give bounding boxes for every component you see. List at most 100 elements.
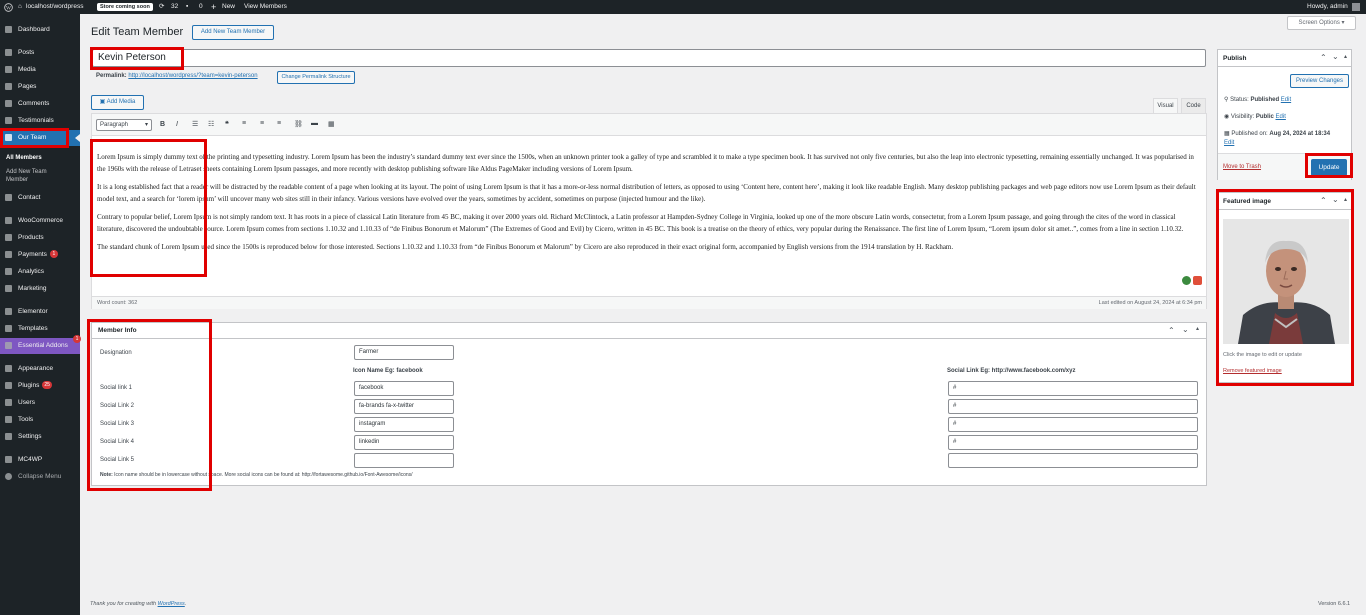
blockquote-icon[interactable]: ❝ [225,120,229,128]
edit-status-link[interactable]: Edit [1281,97,1291,103]
toggle-panel-icon[interactable]: ▴ [1344,196,1347,203]
visibility-row: ◉ Visibility: Public Edit [1224,114,1286,120]
view-members-link[interactable]: View Members [244,0,287,14]
spellcheck-icon[interactable] [1193,276,1202,285]
sidebar-item-payments[interactable]: Payments 1 [0,247,80,263]
link-icon[interactable]: ⛓ [294,120,303,128]
sidebar-item-users[interactable]: Users [0,395,80,411]
plugins-badge: 25 [42,381,52,389]
testimonials-icon [5,117,12,124]
megaphone-icon [5,285,12,292]
updates-icon[interactable]: ⟳ [159,0,164,14]
move-down-icon[interactable]: ⌄ [1332,195,1339,204]
site-name-link[interactable]: localhost/wordpress [26,0,83,14]
comments-icon[interactable]: ▪ [186,0,188,14]
social-icon-input[interactable]: linkedin [354,435,454,450]
sidebar-item-plugins[interactable]: Plugins 25 [0,378,80,394]
post-title-input[interactable]: Kevin Peterson [92,49,1206,67]
edit-visibility-link[interactable]: Edit [1276,114,1286,120]
sidebar-item-posts[interactable]: Posts [0,45,80,61]
toggle-panel-icon[interactable]: ▴ [1344,53,1347,60]
sidebar-item-appearance[interactable]: Appearance [0,361,80,377]
howdy-user[interactable]: Howdy, admin [1307,0,1348,14]
align-left-icon[interactable]: ≡ [242,120,246,127]
move-up-icon[interactable]: ⌃ [1320,53,1327,62]
remove-featured-image-link[interactable]: Remove featured image [1223,368,1282,374]
sidebar-item-pages[interactable]: Pages [0,79,80,95]
social-link-input[interactable]: # [948,435,1198,450]
align-center-icon[interactable]: ≡ [260,120,264,127]
sidebar-item-woocommerce[interactable]: WooCommerce [0,213,80,229]
grammar-check-icon[interactable] [1182,276,1191,285]
comments-count[interactable]: 0 [199,0,203,14]
sidebar-item-mc4wp[interactable]: MC4WP [0,452,80,468]
tab-code[interactable]: Code [1181,98,1206,113]
featured-image-thumbnail[interactable] [1223,219,1349,344]
new-content-link[interactable]: New [222,0,235,14]
wordpress-link[interactable]: WordPress [158,601,185,607]
visibility-value: Public [1255,114,1274,120]
numbered-list-icon[interactable]: ☷ [208,120,214,128]
social-link-input[interactable]: # [948,381,1198,396]
toggle-panel-icon[interactable]: ▴ [1196,325,1199,332]
align-right-icon[interactable]: ≡ [277,120,281,127]
sidebar-item-media[interactable]: Media [0,62,80,78]
sidebar-item-our-team[interactable]: Our Team [0,130,80,146]
sidebar-item-dashboard[interactable]: Dashboard [0,22,80,38]
social-icon-input[interactable]: instagram [354,417,454,432]
format-select[interactable]: Paragraph ▾ [96,119,152,131]
social-link-input[interactable] [948,453,1198,468]
updates-count[interactable]: 32 [171,0,178,14]
social-icon-input[interactable] [354,453,454,468]
add-new-member-button[interactable]: Add New Team Member [192,25,274,40]
designation-input[interactable]: Farmer [354,345,454,360]
screen-options-button[interactable]: Screen Options ▾ [1287,16,1356,30]
move-to-trash-link[interactable]: Move to Trash [1223,164,1261,170]
social-link-input[interactable]: # [948,399,1198,414]
move-down-icon[interactable]: ⌄ [1182,325,1189,334]
sidebar-item-tools[interactable]: Tools [0,412,80,428]
sidebar-item-templates[interactable]: Templates [0,321,80,337]
essential-addons-icon [5,342,12,349]
sidebar-item-analytics[interactable]: Analytics [0,264,80,280]
bulleted-list-icon[interactable]: ☰ [192,120,198,128]
publish-box: Publish ⌃ ⌄ ▴ Preview Changes ⚲ Status: … [1217,49,1352,180]
plugin-icon [5,382,12,389]
add-media-button[interactable]: ▣ Add Media [91,95,144,110]
edit-date-link[interactable]: Edit [1224,140,1234,146]
sidebar-item-marketing[interactable]: Marketing [0,281,80,297]
pin-icon: ⚲ [1224,97,1229,103]
sidebar-item-contact[interactable]: Contact [0,190,80,206]
sidebar-item-comments[interactable]: Comments [0,96,80,112]
italic-icon[interactable]: I [176,121,178,128]
avatar[interactable] [1352,3,1360,11]
editor-content[interactable]: Lorem Ipsum is simply dummy text of the … [97,151,1202,259]
comment-bubble-icon [5,100,12,107]
store-status-badge[interactable]: Store coming soon [97,3,153,11]
bold-icon[interactable]: B [160,121,165,128]
sidebar-item-testimonials[interactable]: Testimonials [0,113,80,129]
submenu-all-members[interactable]: All Members [6,154,42,162]
social-link-input[interactable]: # [948,417,1198,432]
move-down-icon[interactable]: ⌄ [1332,52,1339,61]
change-permalink-button[interactable]: Change Permalink Structure [277,71,355,84]
submenu-add-new-member[interactable]: Add New Team Member [6,168,66,184]
read-more-icon[interactable]: ▬ [311,120,318,127]
sidebar-item-essential-addons[interactable]: Essential Addons 1 [0,335,81,354]
update-button[interactable]: Update [1311,159,1347,176]
payments-icon [5,251,12,258]
sidebar-item-elementor[interactable]: Elementor [0,304,80,320]
social-icon-input[interactable]: fa-brands fa-x-twitter [354,399,454,414]
move-up-icon[interactable]: ⌃ [1320,196,1327,205]
preview-changes-button[interactable]: Preview Changes [1290,74,1349,88]
toolbar-toggle-icon[interactable]: ▦ [328,120,335,128]
move-up-icon[interactable]: ⌃ [1168,326,1175,335]
tab-visual[interactable]: Visual [1153,98,1178,113]
wordpress-logo-icon[interactable]: W [4,0,14,14]
permalink-link[interactable]: http://localhost/wordpress/?team=kevin-p… [128,73,257,79]
collapse-menu-button[interactable]: Collapse Menu [0,469,80,485]
sidebar-item-products[interactable]: Products [0,230,80,246]
social-icon-input[interactable]: facebook [354,381,454,396]
analytics-icon [5,268,12,275]
sidebar-item-settings[interactable]: Settings [0,429,80,445]
